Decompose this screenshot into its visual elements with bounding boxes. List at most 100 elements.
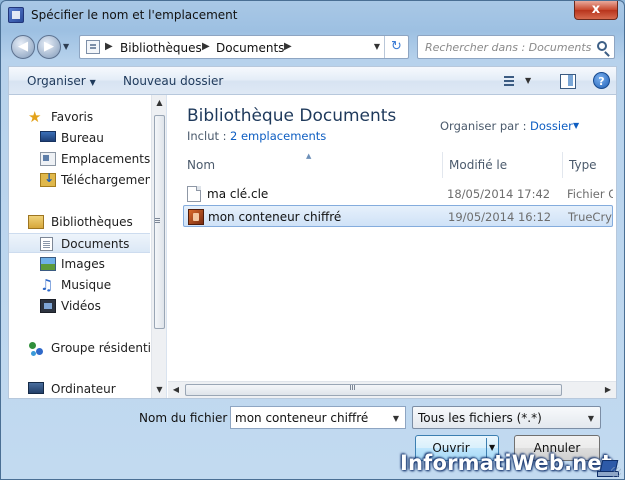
sidebar-item-label: Téléchargements	[61, 173, 150, 187]
breadcrumb-chevron-icon[interactable]: ▶	[202, 41, 210, 52]
save-dialog-window: Spécifier le nom et l'emplacement x ◀ ▶ …	[0, 0, 625, 480]
sidebar-item-recent-places[interactable]: Emplacements ré	[9, 149, 150, 169]
desktop-icon	[40, 131, 56, 142]
file-name: mon conteneur chiffré	[208, 210, 342, 224]
file-list-pane: Bibliothèque Documents Inclut : 2 emplac…	[168, 95, 616, 398]
recent-places-icon	[40, 152, 56, 166]
computer-icon	[28, 382, 44, 394]
sidebar-item-libraries[interactable]: Bibliothèques	[9, 212, 150, 232]
sidebar-item-label: Groupe résidentiel	[51, 341, 150, 355]
sidebar-item-label: Ordinateur	[51, 382, 116, 396]
preview-pane-icon[interactable]	[557, 71, 579, 91]
file-name: ma clé.cle	[207, 187, 269, 201]
filename-value[interactable]: mon conteneur chiffré	[235, 411, 368, 425]
library-title: Bibliothèque Documents	[187, 106, 397, 126]
include-label: Inclut :	[187, 129, 227, 143]
truecrypt-file-icon	[188, 209, 204, 225]
watermark: InformatiWeb.net	[400, 451, 613, 475]
organize-button[interactable]: Organiser ▼	[27, 74, 96, 88]
sidebar-item-label: Musique	[61, 278, 112, 292]
refresh-button[interactable]: ↻	[384, 36, 408, 58]
scrollbar-grip-icon	[350, 385, 351, 390]
new-folder-button[interactable]: Nouveau dossier	[123, 74, 223, 88]
scroll-up-icon[interactable]: ▲	[152, 95, 166, 111]
command-bar: Organiser ▼ Nouveau dossier ▼ ?	[8, 66, 617, 94]
column-label: Nom	[187, 158, 216, 172]
include-locations-link[interactable]: 2 emplacements	[230, 129, 326, 143]
arrange-by-dropdown[interactable]: Dossier	[530, 119, 573, 133]
documents-icon	[40, 237, 53, 251]
file-type: TrueCrypt	[568, 210, 612, 224]
sidebar-item-homegroup[interactable]: Groupe résidentiel	[9, 338, 150, 358]
file-modified-date: 19/05/2014 16:12	[448, 210, 552, 224]
videos-icon	[40, 299, 56, 313]
sidebar-item-favorites[interactable]: ★ Favoris	[9, 107, 150, 127]
search-icon[interactable]	[597, 41, 607, 51]
sidebar-item-downloads[interactable]: Téléchargements	[9, 170, 150, 190]
downloads-icon	[40, 171, 56, 187]
help-icon[interactable]: ?	[593, 72, 610, 89]
sidebar-item-music[interactable]: ♫ Musique	[9, 275, 150, 295]
scrollbar-thumb[interactable]	[154, 115, 165, 329]
arrow-right-icon: ▶	[44, 39, 54, 54]
navigation-pane: ★ Favoris Bureau Emplacements ré Télécha…	[9, 95, 167, 398]
search-input[interactable]: Rechercher dans : Documents	[425, 41, 591, 54]
column-label: Type	[569, 158, 597, 172]
organize-label: Organiser	[27, 74, 86, 88]
scroll-left-icon[interactable]: ◀	[168, 382, 184, 398]
chevron-down-icon[interactable]: ▼	[588, 414, 594, 423]
scrollbar-grip-icon	[155, 218, 160, 219]
column-label: Modifié le	[449, 158, 508, 172]
sidebar-item-label: Documents	[61, 237, 130, 251]
filename-input[interactable]: mon conteneur chiffré ▼	[230, 406, 406, 429]
column-header-modified[interactable]: Modifié le	[443, 152, 563, 178]
sidebar-item-label: Favoris	[51, 110, 94, 124]
sidebar-item-computer[interactable]: Ordinateur	[9, 379, 150, 398]
chevron-down-icon[interactable]: ▼	[393, 414, 399, 423]
sidebar-item-videos[interactable]: Vidéos	[9, 296, 150, 316]
file-row-selected[interactable]: mon conteneur chiffré 19/05/2014 16:12 T…	[183, 205, 613, 227]
app-icon	[8, 7, 24, 23]
homegroup-icon	[28, 341, 46, 357]
scrollbar-thumb[interactable]	[185, 384, 562, 396]
navigation-row: ◀ ▶ ▼ ▶ Bibliothèques ▶ Documents ▶ ▼ ↻ …	[1, 31, 624, 63]
filetype-value: Tous les fichiers (*.*)	[418, 411, 542, 425]
resize-grip-icon[interactable]	[611, 467, 621, 477]
breadcrumb-chevron-icon[interactable]: ▶	[284, 41, 292, 52]
address-bar[interactable]: ▶ Bibliothèques ▶ Documents ▶ ▼ ↻	[79, 35, 409, 59]
breadcrumb-documents[interactable]: Documents	[216, 41, 284, 55]
sidebar-item-desktop[interactable]: Bureau	[9, 128, 150, 148]
music-icon: ♫	[40, 276, 54, 294]
column-header-type[interactable]: Type	[563, 152, 616, 178]
sidebar-item-pictures[interactable]: Images	[9, 254, 150, 274]
history-dropdown-icon[interactable]: ▼	[63, 42, 69, 51]
file-list-horizontal-scrollbar[interactable]: ◀ ▶	[168, 381, 616, 398]
chevron-down-icon: ▼	[89, 78, 96, 87]
sidebar-item-label: Images	[61, 257, 105, 271]
filetype-select[interactable]: Tous les fichiers (*.*) ▼	[412, 406, 601, 429]
column-header-name[interactable]: Nom	[181, 152, 443, 178]
breadcrumb-libraries[interactable]: Bibliothèques	[120, 41, 202, 55]
scroll-down-icon[interactable]: ▼	[152, 382, 166, 398]
sidebar-item-label: Bibliothèques	[51, 215, 133, 229]
view-options-chevron-icon[interactable]: ▼	[525, 76, 531, 85]
back-button[interactable]: ◀	[11, 35, 35, 59]
file-row[interactable]: ma clé.cle 18/05/2014 17:42 Fichier CL	[183, 183, 613, 205]
change-view-icon[interactable]	[501, 71, 523, 91]
file-modified-date: 18/05/2014 17:42	[447, 187, 551, 201]
breadcrumb-chevron-icon[interactable]: ▶	[105, 41, 113, 52]
sidebar-item-documents[interactable]: Documents	[9, 233, 150, 253]
chevron-down-icon[interactable]: ▼	[573, 121, 579, 130]
close-button[interactable]: x	[574, 1, 618, 20]
star-icon: ★	[28, 108, 42, 126]
refresh-icon: ↻	[391, 39, 402, 54]
navigation-pane-scrollbar[interactable]: ▲ ▼	[151, 95, 166, 398]
address-dropdown-icon[interactable]: ▼	[374, 42, 380, 51]
search-box[interactable]: Rechercher dans : Documents	[417, 35, 615, 59]
libraries-icon	[28, 215, 44, 229]
window-title: Spécifier le nom et l'emplacement	[31, 8, 238, 22]
forward-button[interactable]: ▶	[37, 35, 61, 59]
title-bar[interactable]: Spécifier le nom et l'emplacement x	[1, 1, 624, 31]
file-type: Fichier CL	[567, 187, 613, 201]
scroll-right-icon[interactable]: ▶	[600, 382, 616, 398]
